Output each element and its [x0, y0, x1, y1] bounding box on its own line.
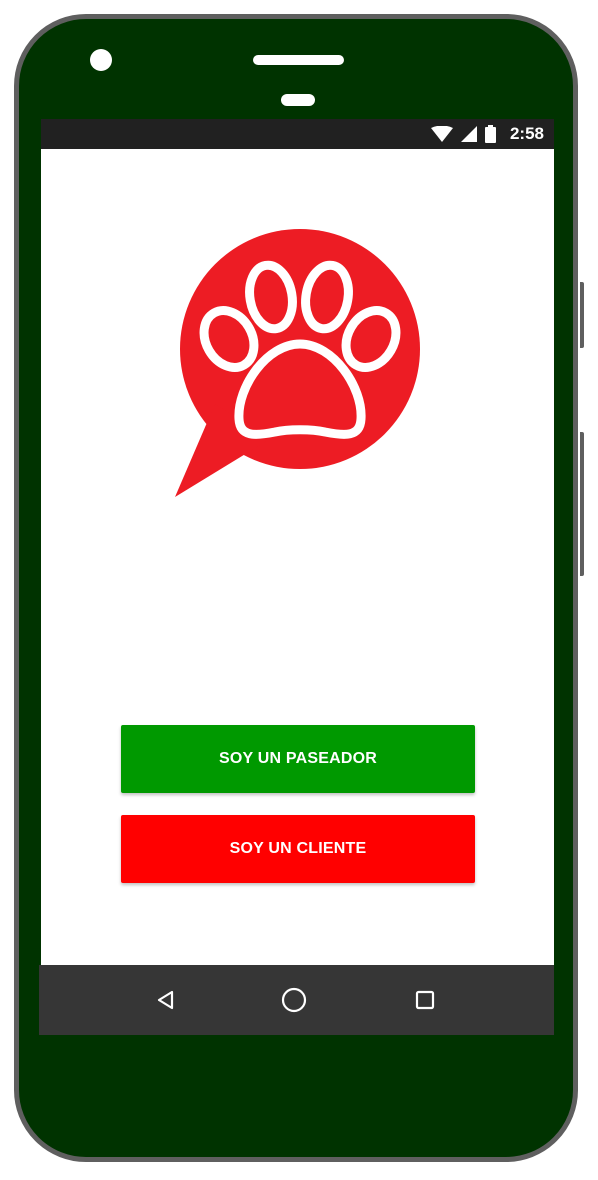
- home-icon: [281, 987, 307, 1013]
- recents-button[interactable]: [408, 983, 442, 1017]
- status-time: 2:58: [509, 124, 544, 143]
- walker-button[interactable]: SOY UN PASEADOR: [121, 725, 475, 793]
- paw-chat-bubble-icon: [175, 229, 420, 497]
- cell-signal-icon: [460, 126, 477, 142]
- navigation-bar: [39, 965, 554, 1035]
- client-button[interactable]: SOY UN CLIENTE: [121, 815, 475, 883]
- recents-icon: [415, 990, 435, 1010]
- app-screen: SOY UN PASEADOR SOY UN CLIENTE: [41, 149, 554, 965]
- power-button[interactable]: [580, 282, 584, 348]
- back-icon: [157, 990, 174, 1010]
- wifi-icon: [430, 126, 453, 142]
- earpiece-speaker: [253, 55, 344, 65]
- home-button[interactable]: [277, 983, 311, 1017]
- volume-button[interactable]: [580, 432, 584, 576]
- status-bar: 2:58: [41, 119, 554, 149]
- sensor-slot: [281, 94, 315, 106]
- battery-icon: [484, 125, 496, 143]
- back-button[interactable]: [149, 983, 183, 1017]
- front-camera: [90, 49, 112, 71]
